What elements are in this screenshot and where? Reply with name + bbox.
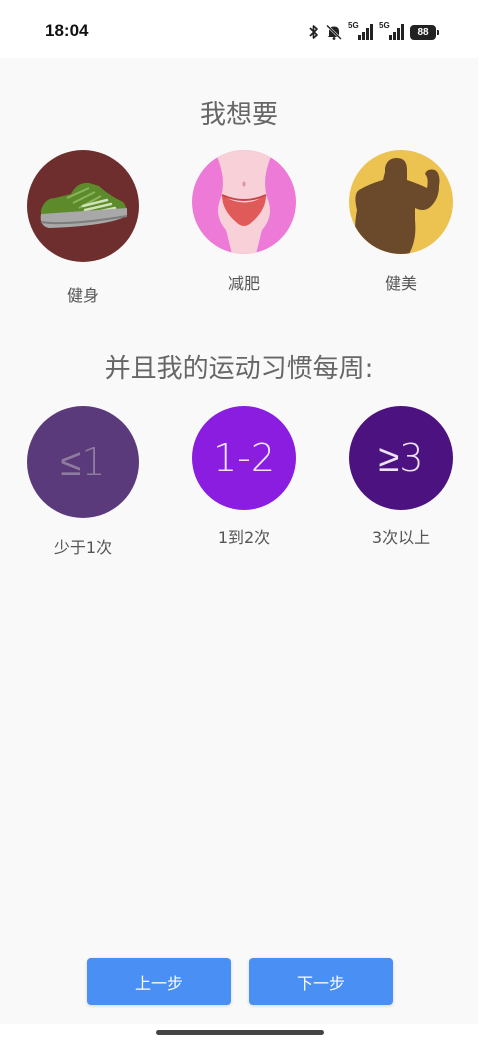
frequency-option-less-than-1[interactable]: ≤1 少于1次 [18, 406, 148, 558]
goal-section-title: 我想要 [199, 100, 278, 130]
frequency-symbol-3: ≥3 [378, 435, 424, 480]
goal-option-weight-loss-label: 减肥 [227, 274, 260, 293]
home-indicator[interactable] [156, 1030, 324, 1035]
goal-option-fitness-label: 健身 [66, 286, 99, 305]
goal-option-weight-loss[interactable]: 减肥 [179, 150, 309, 294]
content-area: 我想要 健身 减肥 健美 并且我的运动习惯每周: ≤1 少于1次 1-2 1到2… [0, 58, 478, 1024]
frequency-symbol-2: 1-2 [212, 436, 276, 480]
frequency-option-3-or-more[interactable]: ≥3 3次以上 [336, 406, 466, 548]
next-step-button[interactable]: 下一步 [249, 958, 393, 1005]
frequency-option-3-label: 3次以上 [371, 528, 431, 547]
frequency-circle-1: ≤1 [27, 406, 139, 518]
frequency-section-title: 并且我的运动习惯每周: [104, 354, 374, 384]
goal-option-fitness[interactable]: 健身 [18, 150, 148, 306]
signal-5g-icon: 5G [348, 21, 374, 41]
signal-5g-icon-2: 5G [379, 21, 405, 41]
frequency-symbol-1: ≤1 [60, 439, 106, 484]
status-time: 18:04 [45, 21, 89, 40]
sneaker-icon [27, 150, 139, 262]
frequency-circle-3: ≥3 [349, 406, 453, 510]
frequency-option-1-to-2[interactable]: 1-2 1到2次 [179, 406, 309, 548]
goal-option-bodybuilding[interactable]: 健美 [336, 150, 466, 294]
battery-icon: 88 [410, 24, 439, 40]
mute-bell-icon [325, 24, 343, 40]
frequency-option-2-label: 1到2次 [217, 528, 271, 547]
bluetooth-icon [308, 24, 320, 40]
prev-step-button[interactable]: 上一步 [87, 958, 231, 1005]
status-icons: 5G 5G 88 [308, 21, 439, 42]
frequency-circle-2: 1-2 [192, 406, 296, 510]
frequency-option-1-label: 少于1次 [53, 538, 113, 557]
status-bar: 18:04 5G 5G 88 [0, 0, 480, 58]
waist-icon [192, 150, 296, 254]
goal-option-bodybuilding-label: 健美 [384, 274, 417, 293]
muscle-icon [349, 150, 453, 254]
